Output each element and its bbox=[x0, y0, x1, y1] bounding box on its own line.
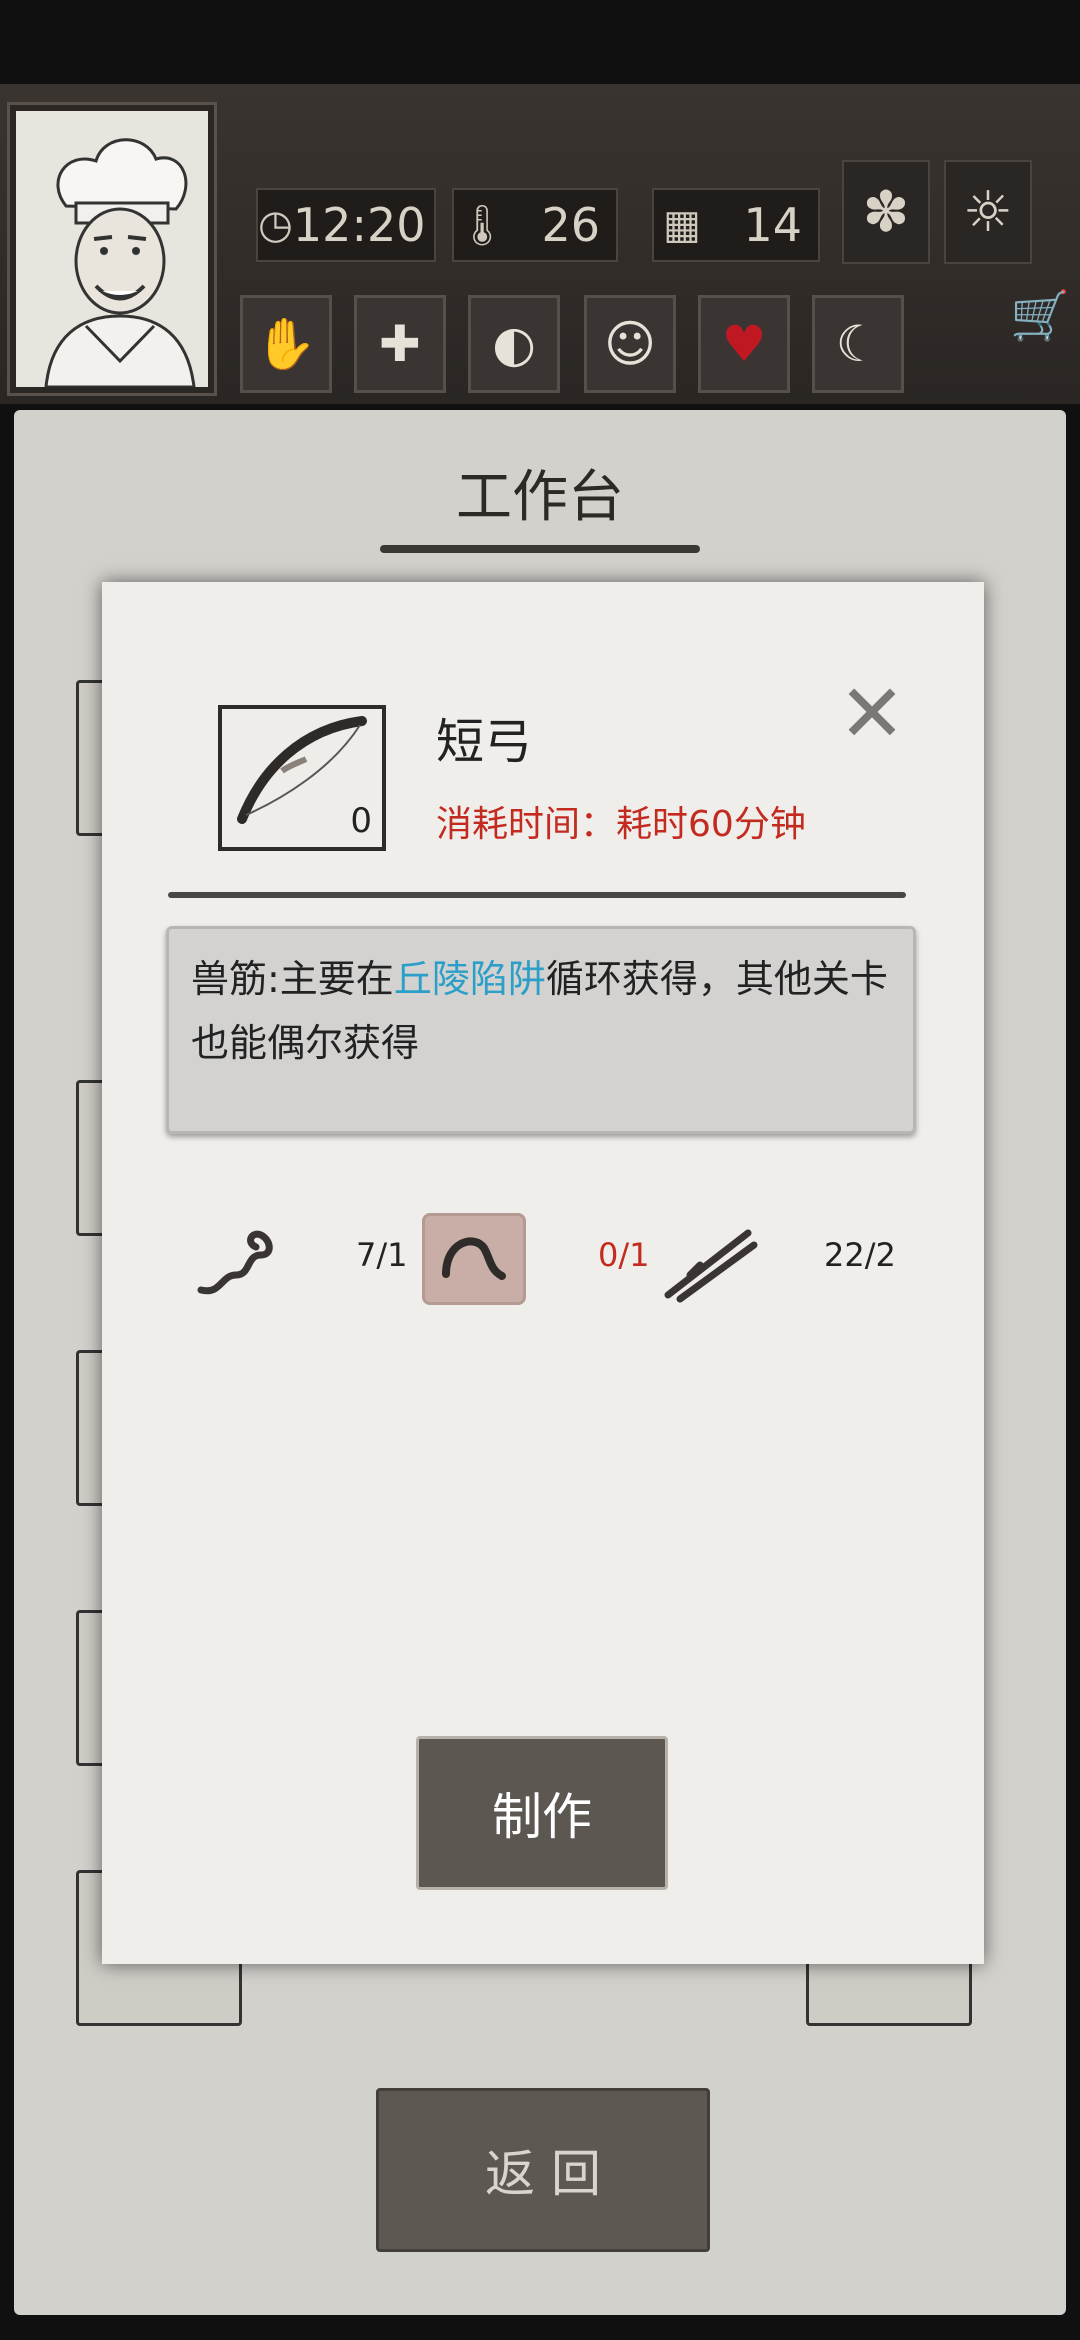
temperature-display: 🌡 26 bbox=[452, 188, 618, 262]
divider bbox=[168, 892, 906, 898]
clock-display: ◷ 12:20 bbox=[256, 188, 436, 262]
heart-icon[interactable]: ♥ bbox=[698, 295, 790, 393]
sticks-icon bbox=[660, 1210, 760, 1310]
clock-icon: ◷ bbox=[258, 202, 293, 248]
temperature-value: 26 bbox=[541, 198, 600, 252]
cart-icon[interactable]: 🛒 bbox=[1010, 285, 1070, 345]
medical-cross-icon[interactable]: ✚ bbox=[354, 295, 446, 393]
material-item[interactable] bbox=[186, 1210, 286, 1310]
craft-time-label: 消耗时间： bbox=[436, 804, 617, 845]
day-value: 14 bbox=[743, 198, 802, 252]
material-count: 7/1 bbox=[356, 1236, 408, 1274]
thermometer-icon: 🌡 bbox=[456, 202, 508, 249]
material-item[interactable] bbox=[660, 1210, 760, 1310]
leaf-icon[interactable]: ✽ bbox=[842, 160, 930, 264]
craft-time-value: 耗时60分钟 bbox=[616, 804, 806, 845]
title-underline bbox=[380, 545, 700, 553]
bandaged-hand-icon[interactable]: ✋ bbox=[240, 295, 332, 393]
rope-icon bbox=[186, 1210, 286, 1310]
back-button[interactable]: 返 回 bbox=[376, 2088, 710, 2252]
sun-icon[interactable]: ☼ bbox=[944, 160, 1032, 264]
calendar-icon: ▦ bbox=[663, 202, 701, 248]
head-icon[interactable]: ☺ bbox=[584, 295, 676, 393]
item-name: 短弓 bbox=[436, 714, 533, 770]
sinew-icon bbox=[442, 1237, 506, 1280]
tooltip-prefix: 兽筋:主要在 bbox=[191, 957, 394, 1001]
bow-item-slot: 0 bbox=[218, 705, 386, 851]
page-title: 工作台 bbox=[456, 465, 624, 530]
time-value: 12:20 bbox=[292, 198, 426, 252]
stomach-icon[interactable]: ◐ bbox=[468, 295, 560, 393]
day-display: ▦ 14 bbox=[652, 188, 820, 262]
item-count: 0 bbox=[350, 801, 372, 841]
material-count: 22/2 bbox=[824, 1236, 896, 1274]
moon-icon[interactable]: ☾ bbox=[812, 295, 904, 393]
craft-time: 消耗时间： 耗时60分钟 bbox=[436, 795, 806, 847]
close-icon[interactable]: ✕ bbox=[836, 674, 908, 754]
avatar[interactable] bbox=[10, 105, 214, 393]
tooltip-text: 兽筋:主要在丘陵陷阱循环获得，其他关卡也能偶尔获得 bbox=[191, 947, 891, 1075]
material-item[interactable] bbox=[422, 1213, 526, 1305]
craft-button[interactable]: 制作 bbox=[416, 1736, 668, 1890]
tooltip-location-link[interactable]: 丘陵陷阱 bbox=[394, 957, 546, 1001]
material-tooltip: 兽筋:主要在丘陵陷阱循环获得，其他关卡也能偶尔获得 bbox=[166, 926, 916, 1134]
material-count-insufficient: 0/1 bbox=[598, 1236, 650, 1274]
